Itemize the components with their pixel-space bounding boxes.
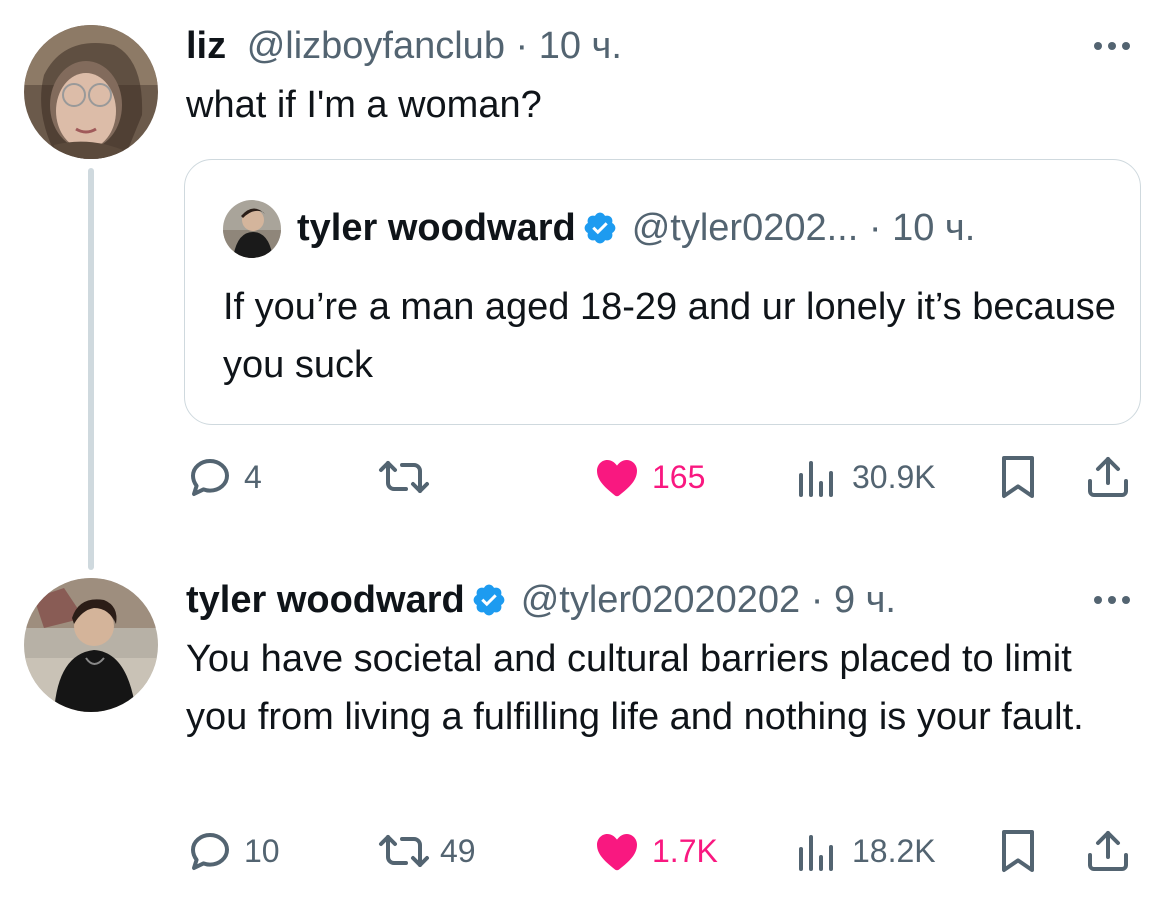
avatar-tyler[interactable]	[24, 578, 158, 712]
action-bar: 4 165 30.9K	[186, 452, 1140, 502]
bookmark-icon	[1002, 456, 1034, 498]
reply-button[interactable]: 10	[186, 826, 280, 876]
author-handle[interactable]: @lizboyfanclub	[247, 25, 505, 67]
reply-icon	[191, 833, 229, 870]
quote-author-handle[interactable]: @tyler0202...	[632, 207, 859, 249]
repost-button[interactable]	[378, 452, 440, 502]
views-count: 18.2K	[852, 832, 936, 869]
tweet-text: what if I'm a woman?	[186, 84, 542, 126]
reply-count: 4	[244, 458, 262, 495]
more-icon[interactable]	[1094, 596, 1130, 604]
quote-author-name[interactable]: tyler woodward	[297, 207, 576, 249]
share-icon	[1088, 831, 1128, 871]
quote-header: tyler woodward @tyler0202... · 10 ч.	[297, 206, 975, 250]
views-button[interactable]: 30.9K	[792, 452, 936, 502]
like-button[interactable]: 1.7K	[592, 826, 718, 876]
like-icon	[597, 460, 637, 497]
views-icon	[799, 835, 833, 871]
reply-button[interactable]: 4	[186, 452, 262, 502]
views-count: 30.9K	[852, 458, 936, 495]
share-icon	[1088, 457, 1128, 497]
like-button[interactable]: 165	[592, 452, 705, 502]
bookmark-icon	[1002, 830, 1034, 872]
verified-badge-icon	[584, 212, 616, 244]
separator-dot: ·	[810, 579, 824, 621]
author-name[interactable]: liz	[186, 25, 226, 67]
tweet-text: You have societal and cultural barriers …	[186, 638, 1084, 738]
separator-dot: ·	[515, 25, 529, 67]
thread-line	[88, 168, 94, 570]
author-name[interactable]: tyler woodward	[186, 579, 465, 621]
like-icon	[597, 834, 637, 871]
verified-badge-icon	[473, 584, 505, 616]
repost-icon	[379, 461, 429, 493]
quote-avatar	[223, 200, 281, 258]
views-icon	[799, 461, 833, 497]
tweet-header: tyler woodward @tyler02020202 · 9 ч.	[186, 578, 896, 622]
more-icon[interactable]	[1094, 42, 1130, 50]
bookmark-button[interactable]	[994, 452, 1042, 502]
repost-count: 49	[440, 832, 476, 869]
separator-dot: ·	[868, 207, 882, 249]
like-count: 165	[652, 458, 706, 495]
timestamp[interactable]: 10 ч.	[539, 25, 622, 67]
avatar-liz[interactable]	[24, 25, 158, 159]
timestamp[interactable]: 9 ч.	[834, 579, 896, 621]
repost-button[interactable]: 49	[378, 826, 476, 876]
share-button[interactable]	[1084, 826, 1132, 876]
share-button[interactable]	[1084, 452, 1132, 502]
reply-count: 10	[244, 832, 280, 869]
action-bar: 10 49 1.7K 18.2K	[186, 826, 1140, 876]
quote-tweet-card[interactable]: tyler woodward @tyler0202... · 10 ч. If y…	[184, 159, 1141, 425]
bookmark-button[interactable]	[994, 826, 1042, 876]
repost-icon	[379, 835, 429, 867]
quote-timestamp[interactable]: 10 ч.	[892, 207, 975, 249]
reply-icon	[191, 459, 229, 496]
quote-text: If you’re a man aged 18-29 and ur lonely…	[223, 286, 1116, 386]
views-button[interactable]: 18.2K	[792, 826, 936, 876]
like-count: 1.7K	[652, 832, 718, 869]
author-handle[interactable]: @tyler02020202	[521, 579, 800, 621]
tweet-header: liz @lizboyfanclub · 10 ч.	[186, 24, 622, 68]
